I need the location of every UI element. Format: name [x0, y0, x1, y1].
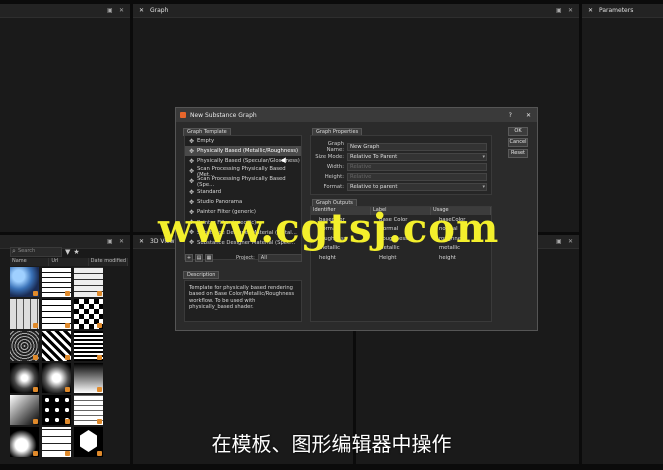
- template-label: Standard: [197, 189, 222, 196]
- table-row[interactable]: height Height height: [311, 253, 491, 263]
- new-template-icon[interactable]: +: [185, 254, 193, 262]
- graph-properties-box: Graph Name: New Graph Size Mode: Relativ…: [310, 135, 492, 195]
- width-row: Width: Relative: [311, 162, 493, 171]
- library-column-date[interactable]: Date modified: [89, 258, 128, 266]
- template-label: Empty: [197, 138, 215, 145]
- dialog-title-bar: New Substance Graph ? ✕: [176, 108, 537, 122]
- template-item-scan-pbr-spe[interactable]: ✥ Scan Processing Physically Based (Spe..…: [185, 175, 301, 188]
- template-description: Template for physically based rendering …: [184, 280, 302, 322]
- library-thumbnail[interactable]: [42, 267, 71, 297]
- template-label: Scan Processing Physically Based (Spe...: [197, 175, 286, 188]
- template-icon: ✥: [189, 137, 195, 145]
- output-usage: height: [439, 254, 456, 261]
- close-icon[interactable]: [139, 7, 146, 14]
- pin-icon[interactable]: [107, 238, 114, 245]
- height-row: Height: Relative: [311, 172, 493, 181]
- explorer-panel-header: [0, 4, 130, 18]
- template-icon: ✥: [189, 147, 195, 155]
- save-icon[interactable]: ▦: [205, 254, 213, 262]
- library-search-input[interactable]: Search: [10, 247, 62, 257]
- close-icon[interactable]: [568, 238, 575, 245]
- graph-name-label: Graph Name:: [326, 140, 344, 153]
- pin-icon[interactable]: [107, 7, 114, 14]
- graph-name-input[interactable]: New Graph: [347, 142, 487, 151]
- library-thumbnail[interactable]: [42, 363, 71, 393]
- format-row: Format: Relative to parent: [311, 182, 493, 191]
- template-icon: ✥: [189, 178, 195, 186]
- size-mode-select[interactable]: Relative To Parent: [347, 152, 487, 161]
- library-thumbnail[interactable]: [10, 395, 39, 425]
- library-column-name[interactable]: Name: [10, 258, 50, 266]
- output-identifier: height: [319, 254, 336, 261]
- template-label: Physically Based (Metallic/Roughness): [197, 148, 299, 155]
- library-thumbnail[interactable]: [10, 363, 39, 393]
- pin-icon[interactable]: [556, 238, 563, 245]
- library-thumbnail[interactable]: [10, 299, 39, 329]
- star-icon[interactable]: ★: [73, 248, 79, 256]
- graph-name-row: Graph Name: New Graph: [311, 140, 493, 153]
- dialog-close-button[interactable]: ✕: [526, 112, 531, 119]
- help-button[interactable]: ?: [509, 112, 512, 119]
- substance-logo-icon: [180, 112, 186, 118]
- parameters-panel: Parameters: [582, 4, 663, 464]
- template-item-pbr-metallic-roughness[interactable]: ✥ Physically Based (Metallic/Roughness): [185, 146, 301, 157]
- graph-panel-title: Graph: [150, 7, 169, 14]
- project-label: Project:: [236, 255, 255, 261]
- library-thumbnail[interactable]: [42, 299, 71, 329]
- library-column-headers: Name Url Date modified: [10, 258, 128, 266]
- project-select[interactable]: All: [257, 254, 302, 262]
- library-thumbnail[interactable]: [74, 331, 103, 361]
- project-row: Project: All: [236, 254, 302, 262]
- pin-icon[interactable]: [556, 7, 563, 14]
- format-select[interactable]: Relative to parent: [347, 182, 487, 191]
- template-icon: ✥: [189, 188, 195, 196]
- graph-panel-header: Graph: [133, 4, 579, 18]
- template-item-standard[interactable]: ✥ Standard: [185, 187, 301, 197]
- close-icon[interactable]: [568, 7, 575, 14]
- library-toolbar: Search ▼ ★: [10, 246, 128, 258]
- cancel-button[interactable]: Cancel: [508, 138, 528, 147]
- explorer-panel: [0, 4, 130, 232]
- height-input[interactable]: Relative: [347, 172, 487, 181]
- library-column-url[interactable]: Url: [49, 258, 89, 266]
- template-item-empty[interactable]: ✥ Empty: [185, 136, 301, 146]
- library-thumbnail[interactable]: [42, 331, 71, 361]
- library-thumbnail[interactable]: [74, 363, 103, 393]
- filter-icon[interactable]: ▼: [65, 248, 70, 256]
- watermark-text: www.cgtsj.com: [158, 205, 500, 252]
- height-label: Height:: [324, 173, 344, 180]
- parameters-panel-title: Parameters: [599, 7, 634, 14]
- folder-icon[interactable]: ▤: [195, 254, 203, 262]
- width-input[interactable]: Relative: [347, 162, 487, 171]
- parameters-panel-header: Parameters: [582, 4, 663, 18]
- size-mode-label: Size Mode:: [315, 153, 344, 160]
- description-section-label: Description: [183, 271, 220, 279]
- format-label: Format:: [323, 183, 344, 190]
- ok-button[interactable]: OK: [508, 127, 528, 136]
- template-icon: ✥: [189, 168, 195, 176]
- size-mode-row: Size Mode: Relative To Parent: [311, 152, 493, 161]
- width-label: Width:: [326, 163, 344, 170]
- library-thumbnail[interactable]: [10, 331, 39, 361]
- output-label: Height: [379, 254, 397, 261]
- library-thumbnail[interactable]: [74, 395, 103, 425]
- reset-button[interactable]: Reset: [508, 149, 528, 158]
- close-icon[interactable]: [119, 7, 126, 14]
- library-thumbnail[interactable]: [10, 267, 39, 297]
- close-icon[interactable]: [588, 7, 595, 14]
- template-toolbar: + ▤ ▦: [185, 254, 213, 262]
- video-subtitle: 在模板、图形编辑器中操作: [211, 432, 452, 456]
- library-thumbnail[interactable]: [42, 395, 71, 425]
- template-icon: ✥: [189, 157, 195, 165]
- dialog-title: New Substance Graph: [190, 111, 257, 119]
- library-thumbnail[interactable]: [74, 299, 103, 329]
- close-icon[interactable]: [119, 238, 126, 245]
- close-icon[interactable]: [139, 238, 146, 245]
- library-thumbnail[interactable]: [74, 267, 103, 297]
